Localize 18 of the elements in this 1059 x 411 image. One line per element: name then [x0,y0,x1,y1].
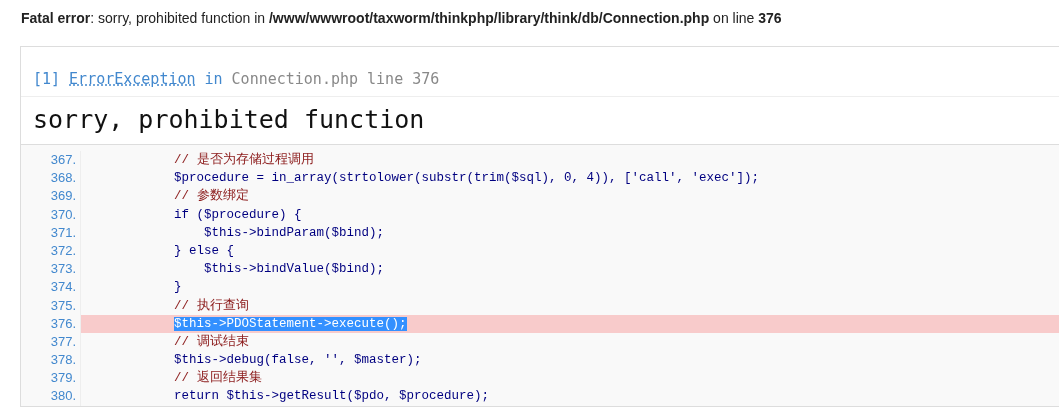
code-line: $this->bindParam($bind); [203,224,385,242]
code-line: // 调试结束 [173,333,249,351]
code-line: $procedure = in_array(strtolower(substr(trim($sql), 0, 4)), ['call', 'exec']); [173,170,760,188]
code-line: $this->bindValue($bind); [203,261,385,279]
code-line: // 是否为存储过程调用 [173,151,314,169]
code-line: } else { [173,242,235,260]
code-line: if ($procedure) { [173,206,302,224]
exception-class: ErrorException [69,70,196,88]
fatal-error-message: Fatal error: sorry, prohibited function in /www/wwwroot/taxworm/thinkphp/library/think/db/Connection.php on line 376 [20,9,783,28]
code-line: } [173,279,182,297]
code-line: // 参数绑定 [173,187,249,206]
code-line: // 执行查询 [173,297,249,315]
code-line: // 返回结果集 [173,369,262,388]
code-line: $this->debug(false, '', $master); [173,352,422,370]
exception-index: [1] [33,70,61,88]
in-label: in [204,70,223,88]
code-line: return $this->getResult($pdo, $procedure); [173,388,490,406]
exception-location: Connection.php line 376 [231,70,440,88]
